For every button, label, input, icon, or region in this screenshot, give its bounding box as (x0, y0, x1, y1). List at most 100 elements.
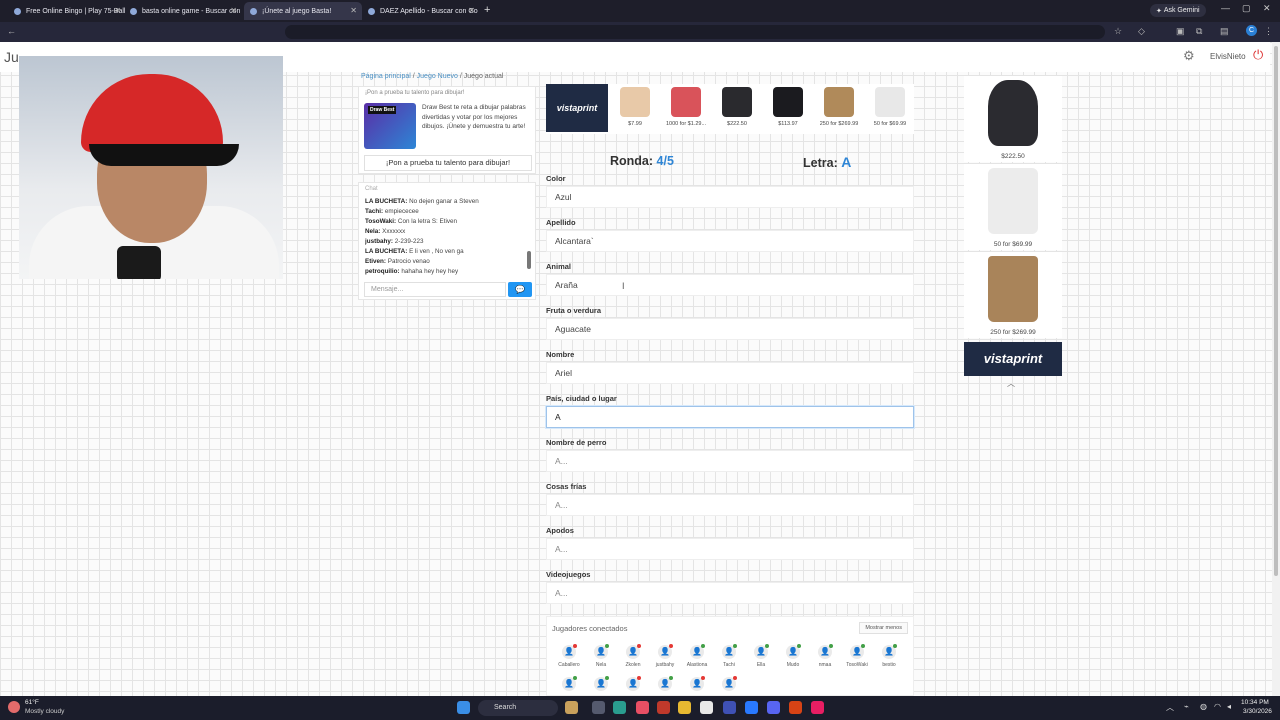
player-item[interactable]: 👤 Nela (586, 644, 616, 668)
draw-best-image[interactable]: Draw Best (364, 103, 416, 149)
tray-chevron-icon[interactable]: ︿ (1166, 702, 1174, 713)
weather-icon[interactable] (8, 701, 20, 713)
player-item[interactable]: 👤 (554, 676, 584, 694)
breadcrumb-home[interactable]: Página principal (361, 73, 411, 80)
close-window-icon[interactable]: ✕ (1263, 3, 1271, 14)
answer-input[interactable]: Aguacate (546, 318, 914, 340)
weather-condition[interactable]: Mostly cloudy (25, 708, 64, 715)
site-logo[interactable]: Ju (4, 49, 19, 65)
sidebar-vistaprint-logo[interactable]: vistaprint (964, 342, 1062, 376)
answer-input[interactable]: Azul (546, 186, 914, 208)
chevron-up-icon[interactable]: ︿ (1007, 378, 1015, 389)
ask-gemini-button[interactable]: ✦ Ask Gemini (1150, 4, 1206, 17)
vistaprint-logo[interactable]: vistaprint (546, 84, 608, 132)
username[interactable]: ElvisNieto (1210, 52, 1246, 61)
answer-input[interactable]: A (546, 406, 914, 428)
breadcrumb-new-game[interactable]: Juego Nuevo (417, 73, 458, 80)
browser-tab[interactable]: basta online game - Buscar con ✕ (124, 2, 242, 20)
ad-item[interactable]: $7.99 (610, 84, 660, 132)
browser-tab[interactable]: DAEZ Apellido - Buscar con Go ✕ (362, 2, 480, 20)
answer-input[interactable]: A... (546, 450, 914, 472)
clock-time[interactable]: 10:34 PM (1241, 699, 1269, 706)
player-item[interactable]: 👤 Alastiona (682, 644, 712, 668)
file-explorer-icon[interactable] (678, 701, 691, 714)
sidebar-ad-image[interactable] (988, 168, 1038, 234)
draw-best-button[interactable]: ¡Pon a prueba tu talento para dibujar! (364, 155, 532, 171)
ad-item[interactable]: 50 for $69.99 (865, 84, 915, 132)
player-item[interactable]: 👤 TosoWaki (842, 644, 872, 668)
wifi-icon[interactable]: ◠ (1214, 702, 1221, 711)
minimize-icon[interactable]: — (1221, 3, 1230, 13)
answer-input[interactable]: Araña (546, 274, 914, 296)
sidebar-ad-item[interactable]: 250 for $269.99 (964, 252, 1062, 338)
sidebar-ad-item[interactable]: 50 for $69.99 (964, 164, 1062, 250)
chrome-icon[interactable] (723, 701, 736, 714)
ad-product-image[interactable] (620, 87, 650, 117)
app-icon[interactable] (636, 701, 649, 714)
ad-item[interactable]: $113.97 (763, 84, 813, 132)
pink-app-icon[interactable] (811, 701, 824, 714)
close-tab-icon[interactable]: ✕ (230, 6, 237, 15)
power-icon[interactable]: ⏻ (1253, 47, 1263, 63)
answer-input[interactable]: Ariel (546, 362, 914, 384)
player-item[interactable]: 👤 (650, 676, 680, 694)
extension-icon[interactable]: ◇ (1138, 26, 1145, 37)
taskbar-search[interactable]: Search (478, 700, 558, 716)
back-icon[interactable]: ← (7, 26, 16, 36)
network-icon[interactable]: ⌁ (1184, 702, 1189, 711)
maximize-icon[interactable]: ▢ (1242, 3, 1251, 14)
ad-product-image[interactable] (875, 87, 905, 117)
close-tab-icon[interactable]: ✕ (468, 6, 475, 15)
weather-temp[interactable]: 61°F (25, 699, 39, 706)
new-tab-button[interactable]: + (484, 4, 490, 16)
menu-dots-icon[interactable]: ⋮ (1264, 26, 1273, 37)
bookmark-star-icon[interactable]: ☆ (1114, 26, 1122, 37)
show-less-button[interactable]: Mostrar menos (859, 622, 908, 634)
answer-input[interactable]: A... (546, 582, 914, 604)
windows-start-icon[interactable] (457, 701, 470, 714)
sidebar-ad-image[interactable] (988, 80, 1038, 146)
answer-input[interactable]: A... (546, 538, 914, 560)
edge-icon[interactable] (613, 701, 626, 714)
send-message-button[interactable]: 💬 (508, 282, 532, 297)
chrome-alt-icon[interactable] (789, 701, 802, 714)
player-item[interactable]: 👤 (586, 676, 616, 694)
close-tab-icon[interactable]: ✕ (350, 6, 357, 15)
store-icon[interactable] (700, 701, 713, 714)
mic-icon[interactable]: ◍ (1200, 702, 1207, 711)
sidebar-ad-image[interactable] (988, 256, 1038, 322)
player-item[interactable]: 👤 (682, 676, 712, 694)
sidebar-ad-item[interactable]: $222.50 (964, 76, 1062, 162)
ad-item[interactable]: 250 for $269.99 (814, 84, 864, 132)
player-item[interactable]: 👤 bestio (874, 644, 904, 668)
puzzle-icon[interactable]: ⧉ (1196, 26, 1202, 37)
widget-icon[interactable] (565, 701, 578, 714)
extensions-puzzle-icon[interactable]: ▣ (1176, 26, 1185, 37)
player-item[interactable]: 👤 Tachi (714, 644, 744, 668)
volume-icon[interactable]: ◂ (1227, 702, 1231, 711)
player-item[interactable]: 👤 Mudo (778, 644, 808, 668)
ad-product-image[interactable] (671, 87, 701, 117)
ad-item[interactable]: 1000 for $1.29... (661, 84, 711, 132)
answer-input[interactable]: Alcantara` (546, 230, 914, 252)
ad-product-image[interactable] (824, 87, 854, 117)
player-item[interactable]: 👤 Ella (746, 644, 776, 668)
player-item[interactable]: 👤 Zkolen (618, 644, 648, 668)
browser-tab[interactable]: Free Online Bingo | Play 75-Ball ✕ (8, 2, 126, 20)
browser-tab[interactable]: ¡Únete al juego Basta! ✕ (244, 2, 362, 20)
task-view-icon[interactable] (592, 701, 605, 714)
player-item[interactable]: 👤 justbahy (650, 644, 680, 668)
close-tab-icon[interactable]: ✕ (114, 6, 121, 15)
answer-input[interactable]: A... (546, 494, 914, 516)
profile-avatar[interactable]: C (1246, 25, 1257, 36)
ad-item[interactable]: $222.50 (712, 84, 762, 132)
chat-message-input[interactable]: Mensaje... (364, 282, 506, 297)
adobe-icon[interactable] (657, 701, 670, 714)
player-item[interactable]: 👤 Caballero (554, 644, 584, 668)
discord-icon[interactable] (767, 701, 780, 714)
clock-date[interactable]: 3/30/2026 (1243, 708, 1272, 715)
ad-product-image[interactable] (722, 87, 752, 117)
chat-scroll-thumb[interactable] (527, 251, 531, 269)
page-scroll-thumb[interactable] (1274, 46, 1278, 576)
sidepanel-icon[interactable]: ▤ (1220, 26, 1229, 37)
